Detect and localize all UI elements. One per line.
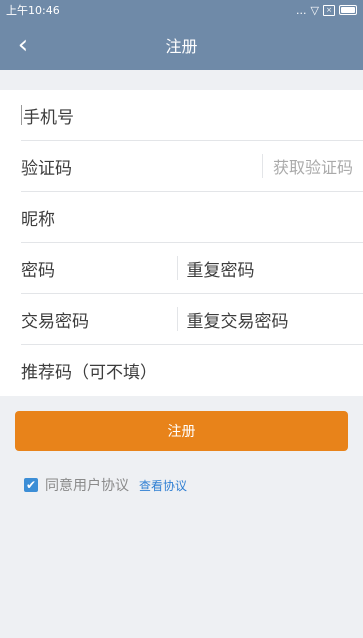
repeat-trade-password-input[interactable]: 重复交易密码 [176, 307, 343, 332]
agreement-row: ✔ 同意用户协议 查看协议 [24, 475, 363, 495]
get-code-button[interactable]: 获取验证码 [262, 154, 363, 178]
referral-row: 推荐码（可不填） [21, 345, 363, 396]
trade-password-row: 交易密码 重复交易密码 [21, 294, 363, 345]
phone-input[interactable]: 手机号 [21, 90, 363, 140]
trade-password-placeholder: 交易密码 [21, 311, 89, 332]
back-arrow-icon: ‹ [17, 30, 29, 60]
agree-checkbox[interactable]: ✔ [24, 478, 38, 492]
password-row: 密码 重复密码 [21, 243, 363, 294]
signal-dots: ... [296, 3, 307, 17]
status-bar: 上午10:46 ... ▽ × [0, 0, 363, 20]
repeat-password-input[interactable]: 重复密码 [176, 256, 343, 281]
repeat-password-placeholder: 重复密码 [186, 260, 255, 281]
spacer [0, 70, 363, 90]
register-button[interactable]: 注册 [15, 411, 348, 451]
page-title: 注册 [165, 37, 198, 56]
repeat-trade-password-placeholder: 重复交易密码 [186, 311, 289, 332]
back-button[interactable]: ‹ [8, 20, 38, 70]
phone-row: 手机号 [21, 90, 363, 141]
status-time: 上午10:46 [6, 4, 60, 17]
sim-icon: × [323, 4, 335, 16]
status-icons: ... ▽ × [296, 4, 357, 17]
register-form: 手机号 验证码 获取验证码 昵称 密码 重复密码 交易密码 重复交易密码 推荐码… [0, 90, 363, 396]
phone-placeholder: 手机号 [23, 107, 74, 128]
nickname-placeholder: 昵称 [21, 209, 55, 230]
top-bar: ‹ 注册 [0, 20, 363, 70]
password-input[interactable]: 密码 [21, 243, 177, 293]
agree-label: 同意用户协议 [45, 478, 129, 494]
view-agreement-link[interactable]: 查看协议 [139, 477, 187, 494]
code-input[interactable]: 验证码 [21, 141, 262, 191]
code-row: 验证码 获取验证码 [21, 141, 363, 192]
code-placeholder: 验证码 [21, 158, 72, 179]
referral-placeholder: 推荐码（可不填） [21, 363, 157, 383]
check-icon: ✔ [25, 478, 37, 492]
nickname-input[interactable]: 昵称 [21, 192, 363, 242]
battery-icon [339, 5, 357, 15]
trade-password-input[interactable]: 交易密码 [21, 294, 177, 344]
referral-input[interactable]: 推荐码（可不填） [21, 345, 363, 396]
password-placeholder: 密码 [21, 260, 55, 281]
text-cursor [21, 105, 22, 125]
wifi-icon: ▽ [310, 3, 319, 17]
nickname-row: 昵称 [21, 192, 363, 243]
